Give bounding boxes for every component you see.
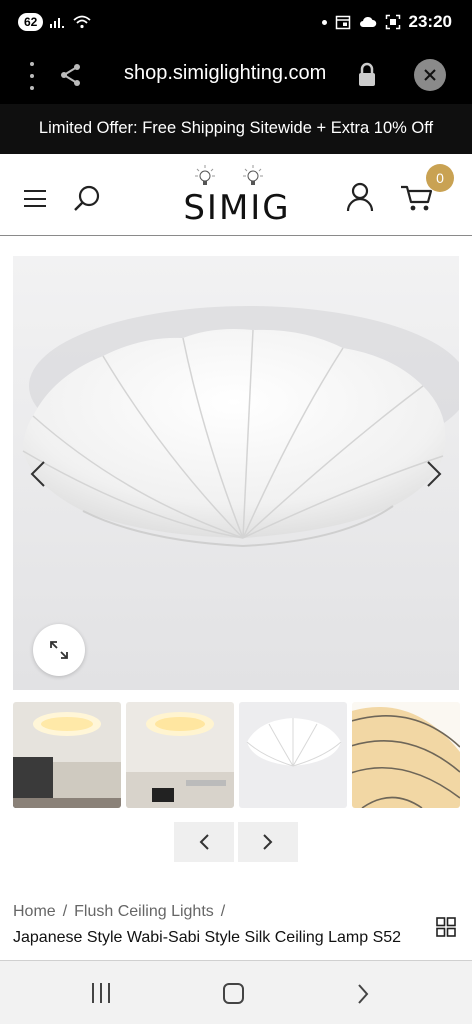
breadcrumb-category-link[interactable]: Flush Ceiling Lights bbox=[74, 903, 214, 921]
thumbnail-image bbox=[13, 702, 121, 808]
expand-icon bbox=[50, 641, 68, 659]
breadcrumb-separator: / bbox=[62, 903, 68, 920]
thumbnail-1[interactable] bbox=[13, 702, 121, 808]
grid-view-icon[interactable] bbox=[436, 917, 456, 937]
thumbnail-4[interactable] bbox=[352, 702, 460, 808]
system-navigation-bar bbox=[0, 960, 472, 1024]
search-icon[interactable] bbox=[72, 184, 102, 214]
previous-image-arrow-icon[interactable] bbox=[29, 460, 47, 488]
lightbulb-icon bbox=[243, 165, 263, 185]
ceiling-lamp-image bbox=[13, 256, 459, 690]
promo-banner[interactable]: Limited Offer: Free Shipping Sitewide + … bbox=[0, 104, 472, 154]
zoom-button[interactable] bbox=[33, 624, 85, 676]
account-icon[interactable] bbox=[346, 182, 374, 212]
thumbnail-image bbox=[126, 702, 234, 808]
site-logo[interactable]: SIMIG bbox=[176, 162, 298, 228]
thumbnail-next-button[interactable] bbox=[238, 822, 298, 862]
cart-count-badge[interactable]: 0 bbox=[426, 164, 454, 192]
share-icon[interactable] bbox=[58, 62, 84, 88]
chevron-right-icon bbox=[263, 834, 273, 850]
thumbnail-image bbox=[239, 702, 347, 808]
status-bar: 62 23:20 bbox=[0, 0, 472, 48]
back-icon[interactable] bbox=[356, 983, 370, 1005]
thumbnail-3[interactable] bbox=[239, 702, 347, 808]
cloud-icon bbox=[359, 16, 376, 27]
close-icon bbox=[424, 69, 436, 81]
recent-apps-icon[interactable] bbox=[92, 983, 110, 1003]
screenshot-icon bbox=[385, 14, 400, 30]
more-options-icon[interactable] bbox=[26, 62, 38, 90]
breadcrumb: Home / Flush Ceiling Lights / bbox=[13, 903, 225, 921]
close-tab-button[interactable] bbox=[414, 59, 446, 91]
breadcrumb-separator: / bbox=[220, 903, 226, 920]
battery-indicator: 62 bbox=[18, 13, 44, 31]
notification-dot bbox=[321, 19, 327, 25]
breadcrumb-home-link[interactable]: Home bbox=[13, 903, 56, 921]
wifi-icon bbox=[73, 15, 91, 29]
product-main-image[interactable] bbox=[13, 256, 459, 690]
url-text[interactable]: shop.simiglighting.com bbox=[124, 62, 326, 85]
hamburger-menu-icon[interactable] bbox=[24, 190, 46, 207]
chevron-left-icon bbox=[199, 834, 209, 850]
calendar-icon bbox=[335, 15, 350, 30]
thumbnail-image bbox=[352, 702, 460, 808]
lock-icon[interactable] bbox=[357, 62, 377, 88]
home-icon[interactable] bbox=[223, 983, 244, 1004]
thumbnail-2[interactable] bbox=[126, 702, 234, 808]
next-image-arrow-icon[interactable] bbox=[425, 460, 443, 488]
logo-text: SIMIG bbox=[183, 188, 291, 228]
thumbnail-strip bbox=[13, 702, 472, 808]
browser-url-bar: shop.simiglighting.com bbox=[0, 48, 472, 104]
product-title: Japanese Style Wabi-Sabi Style Silk Ceil… bbox=[13, 929, 402, 946]
lightbulb-icon bbox=[195, 165, 215, 185]
cart-icon[interactable] bbox=[400, 184, 434, 212]
signal-icon bbox=[50, 18, 65, 28]
clock: 23:20 bbox=[408, 12, 452, 31]
site-header: SIMIG 0 bbox=[0, 154, 472, 236]
thumbnail-prev-button[interactable] bbox=[174, 822, 234, 862]
